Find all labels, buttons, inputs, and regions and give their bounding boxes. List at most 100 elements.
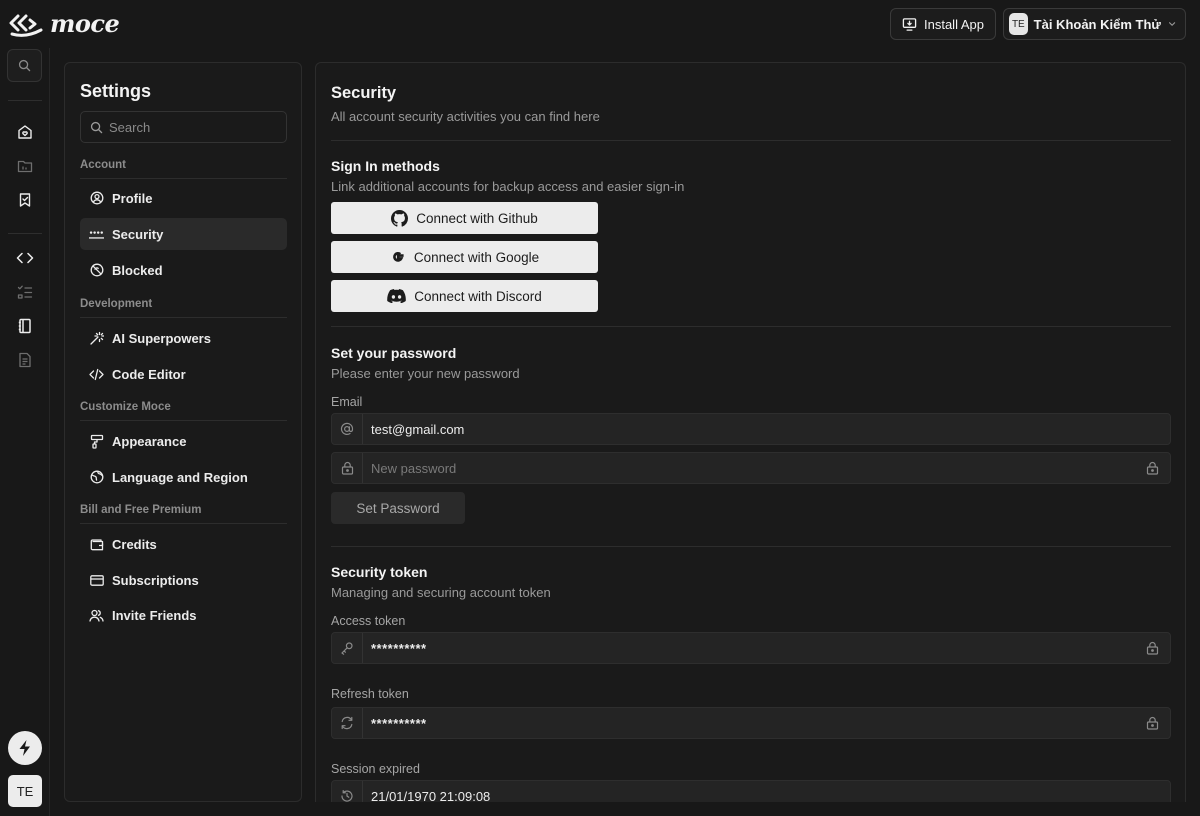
group-label-development: Development — [80, 298, 153, 310]
security-panel: Security All account security activities… — [315, 62, 1186, 802]
access-token-field[interactable]: ********** — [331, 632, 1171, 664]
refresh-token-label: Refresh token — [331, 687, 409, 701]
refresh-token-field[interactable]: ********** — [331, 707, 1171, 739]
key-icon — [332, 633, 363, 663]
settings-item-language-region[interactable]: Language and Region — [80, 461, 287, 493]
settings-item-label: Security — [112, 226, 164, 242]
connect-google-button[interactable]: Connect with Google — [331, 241, 598, 273]
set-password-subtitle: Please enter your new password — [331, 366, 520, 381]
settings-search-placeholder: Search — [109, 119, 151, 135]
settings-item-credits[interactable]: Credits — [80, 528, 287, 560]
settings-item-subscriptions[interactable]: Subscriptions — [80, 564, 287, 596]
globe-icon — [89, 470, 104, 485]
password-dots-icon — [89, 227, 104, 242]
install-app-button[interactable]: Install App — [890, 8, 996, 40]
rail-divider — [8, 100, 42, 101]
app-logo[interactable]: moce — [8, 9, 120, 38]
security-token-title: Security token — [331, 564, 428, 580]
settings-item-label: Blocked — [112, 262, 163, 278]
group-divider — [80, 317, 287, 318]
group-label-billing: Bill and Free Premium — [80, 504, 202, 516]
monitor-download-icon — [902, 17, 917, 31]
rail-notebook-button[interactable] — [13, 314, 37, 338]
group-divider — [80, 420, 287, 421]
group-label-customize: Customize Moce — [80, 401, 171, 413]
brand-name: moce — [50, 9, 120, 38]
set-password-title: Set your password — [331, 345, 457, 361]
connect-google-label: Connect with Google — [413, 249, 540, 265]
settings-item-appearance[interactable]: Appearance — [80, 425, 287, 457]
settings-item-label: AI Superpowers — [112, 330, 211, 346]
settings-item-label: Appearance — [112, 433, 187, 449]
settings-sidebar: Settings Search Account Profile Security… — [64, 62, 302, 802]
search-icon — [18, 59, 31, 72]
page-title: Security — [331, 84, 397, 102]
connect-github-label: Connect with Github — [416, 210, 538, 226]
settings-item-invite-friends[interactable]: Invite Friends — [80, 599, 287, 631]
settings-item-profile[interactable]: Profile — [80, 182, 287, 214]
security-token-subtitle: Managing and securing account token — [331, 585, 551, 600]
rail-search-button[interactable] — [7, 49, 42, 82]
settings-search-input[interactable]: Search — [80, 111, 287, 143]
github-icon — [391, 209, 409, 227]
connect-discord-button[interactable]: Connect with Discord — [331, 280, 598, 312]
lock-icon — [1134, 716, 1170, 730]
checklist-icon — [17, 285, 33, 299]
google-icon — [393, 252, 404, 262]
settings-item-label: Code Editor — [112, 366, 186, 382]
install-app-label: Install App — [924, 16, 984, 32]
refresh-icon — [332, 708, 363, 738]
new-password-input[interactable] — [363, 460, 1134, 476]
settings-item-ai-superpowers[interactable]: AI Superpowers — [80, 322, 287, 354]
connect-github-button[interactable]: Connect with Github — [331, 202, 598, 234]
email-label: Email — [331, 395, 363, 409]
rail-bookmark-button[interactable] — [13, 188, 37, 212]
home-heart-icon — [18, 125, 32, 139]
at-sign-icon — [332, 414, 363, 444]
settings-item-code-editor[interactable]: Code Editor — [80, 358, 287, 390]
access-token-value: ********** — [371, 640, 427, 656]
settings-item-security[interactable]: Security — [80, 218, 287, 250]
set-password-button[interactable]: Set Password — [331, 492, 465, 524]
email-value: test@gmail.com — [371, 421, 465, 437]
code-icon — [89, 367, 104, 382]
settings-title: Settings — [80, 81, 152, 101]
user-circle-icon — [89, 191, 104, 206]
signin-methods-subtitle: Link additional accounts for backup acce… — [331, 179, 685, 194]
rail-code-button[interactable] — [13, 246, 37, 270]
blocked-icon — [89, 263, 104, 278]
page-subtitle: All account security activities you can … — [331, 109, 600, 124]
settings-item-label: Invite Friends — [112, 607, 197, 623]
lock-icon — [1134, 641, 1170, 655]
lock-icon — [332, 453, 363, 483]
settings-item-blocked[interactable]: Blocked — [80, 254, 287, 286]
top-bar: moce Install App TE Tài Khoản Kiểm Thử — [0, 0, 1200, 48]
settings-item-label: Profile — [112, 190, 153, 206]
moce-logo-icon — [9, 14, 43, 37]
rail-home-button[interactable] — [13, 120, 37, 144]
rail-divider — [8, 233, 42, 234]
email-field[interactable]: test@gmail.com — [331, 413, 1171, 445]
paint-roller-icon — [89, 434, 104, 449]
users-icon — [89, 608, 104, 623]
new-password-field[interactable] — [331, 452, 1171, 484]
section-divider — [331, 546, 1171, 547]
left-rail: TE — [0, 48, 50, 816]
rail-folder-button[interactable] — [13, 154, 37, 178]
discord-icon — [387, 289, 407, 303]
rail-document-button[interactable] — [13, 348, 37, 372]
lightning-bolt-icon — [19, 740, 30, 756]
bookmark-check-icon — [19, 193, 31, 207]
connect-discord-label: Connect with Discord — [414, 288, 542, 304]
lock-icon — [1134, 461, 1170, 475]
refresh-token-value: ********** — [371, 715, 427, 731]
wallet-icon — [89, 537, 104, 552]
credit-card-icon — [89, 573, 104, 588]
code-icon — [16, 252, 34, 264]
group-divider — [80, 178, 287, 179]
user-avatar-button[interactable]: TE — [8, 775, 42, 807]
upgrade-bolt-button[interactable] — [8, 731, 42, 765]
session-expired-field: 21/01/1970 21:09:08 — [331, 780, 1171, 802]
account-menu-button[interactable]: TE Tài Khoản Kiểm Thử — [1003, 8, 1186, 40]
rail-tasks-button[interactable] — [13, 280, 37, 304]
